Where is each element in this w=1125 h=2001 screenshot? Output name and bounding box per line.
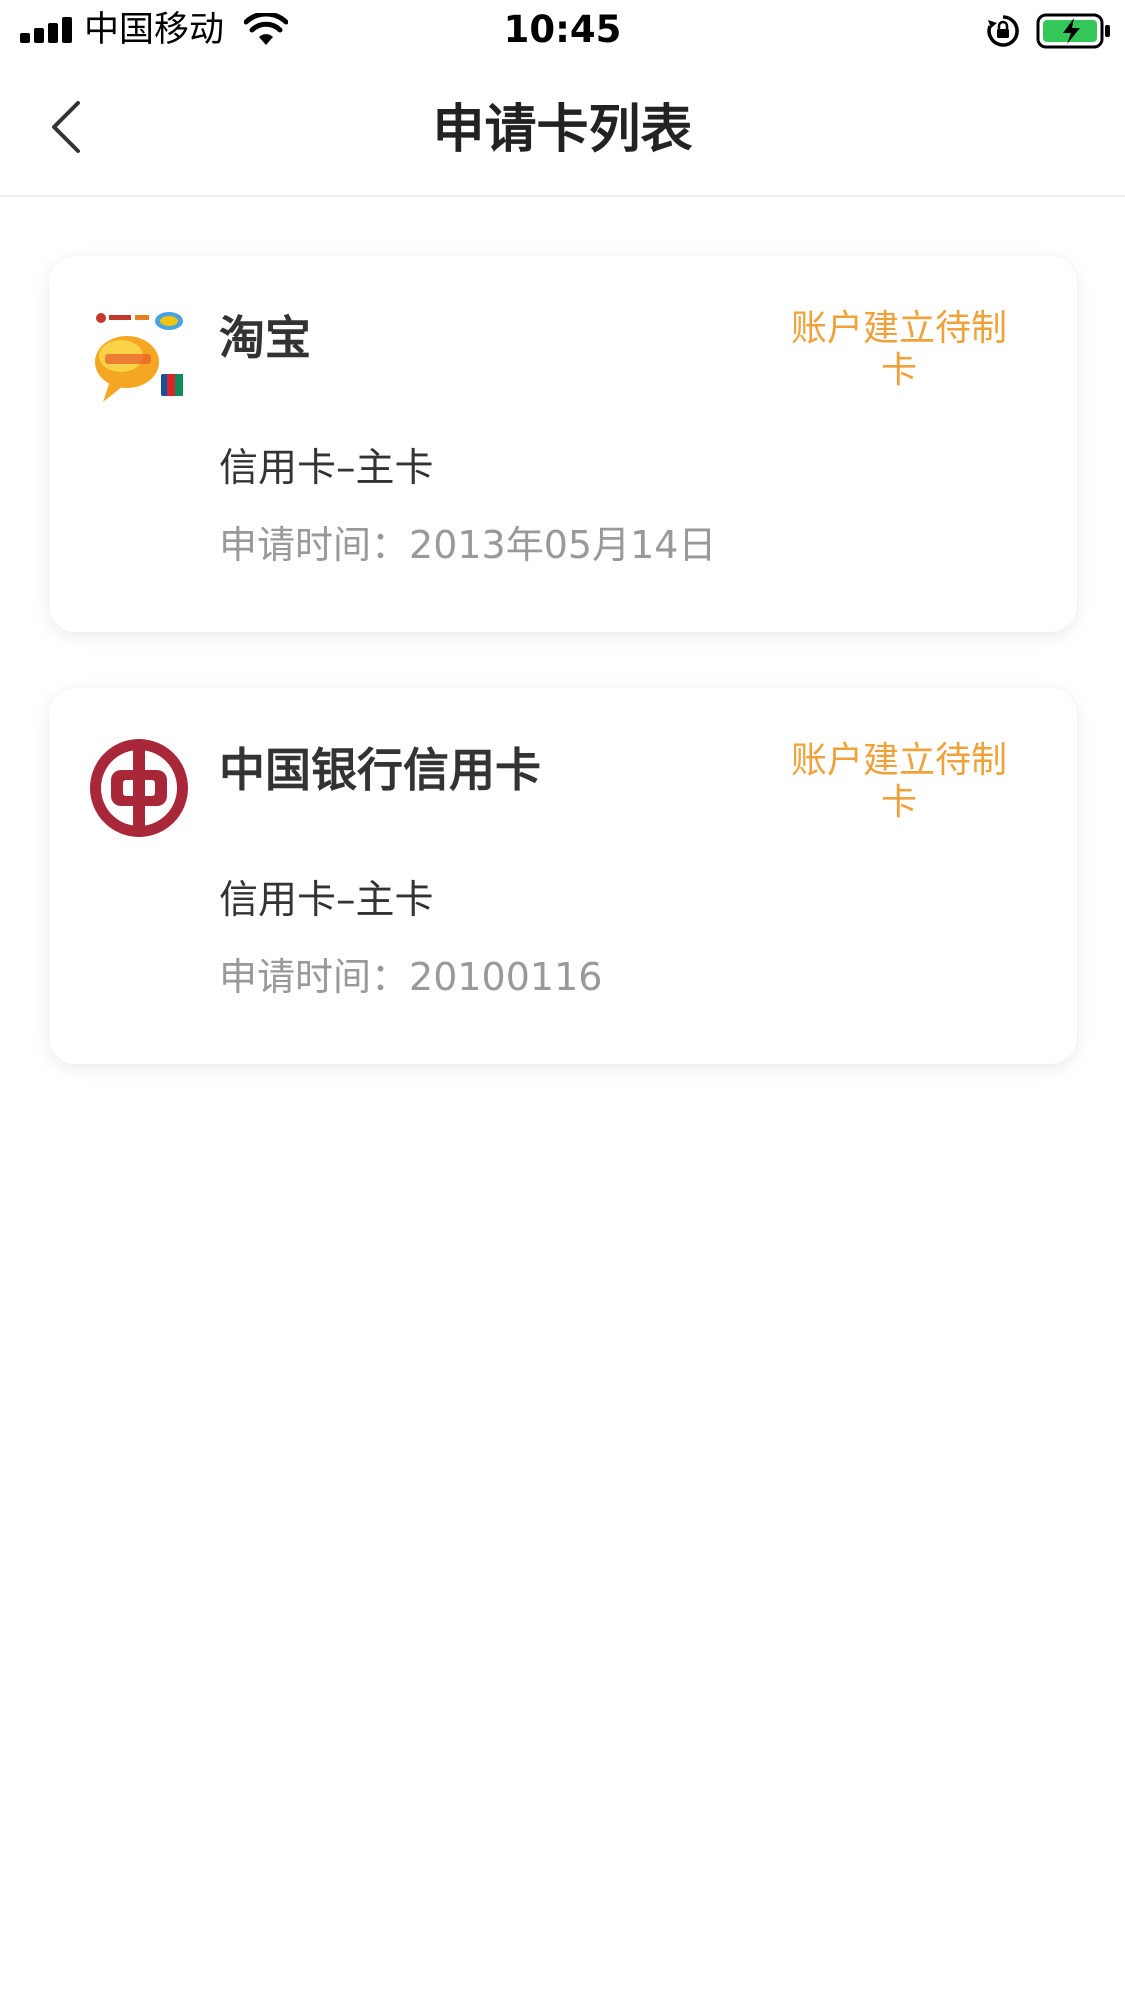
navigation-bar: 申请卡列表 — [0, 62, 1125, 197]
status-time: 10:45 — [503, 8, 622, 51]
card-list-item[interactable]: 中国银行信用卡 账户建立待制卡 信用卡–主卡 申请时间：20100116 — [49, 688, 1077, 1064]
card-type: 信用卡–主卡 — [219, 878, 434, 923]
rotation-lock-icon — [987, 15, 1019, 47]
card-list-item[interactable]: 淘宝 账户建立待制卡 信用卡–主卡 申请时间：2013年05月14日 — [49, 256, 1077, 632]
card-type: 信用卡–主卡 — [219, 446, 434, 491]
status-bar: 中国移动 10:45 — [0, 0, 1125, 62]
application-date: 申请时间：2013年05月14日 — [219, 520, 716, 570]
card-name: 中国银行信用卡 — [219, 743, 541, 797]
card-status: 账户建立待制卡 — [790, 740, 1007, 823]
battery-charging-icon — [1036, 13, 1110, 49]
taobao-card-icon — [91, 310, 187, 402]
card-name: 淘宝 — [219, 311, 311, 365]
application-date-label: 申请时间： — [219, 955, 410, 999]
screen: 中国移动 10:45 申请卡列表 淘宝 账户建立待制卡 信用卡–主卡 申请时间：… — [0, 0, 1125, 2001]
bank-of-china-logo-icon — [90, 739, 188, 837]
page-title: 申请卡列表 — [432, 100, 693, 160]
card-status: 账户建立待制卡 — [790, 308, 1007, 391]
application-date-value: 20100116 — [409, 955, 603, 999]
application-date-label: 申请时间： — [219, 523, 410, 567]
application-date: 申请时间：20100116 — [219, 952, 602, 1002]
application-date-value: 2013年05月14日 — [409, 523, 717, 567]
